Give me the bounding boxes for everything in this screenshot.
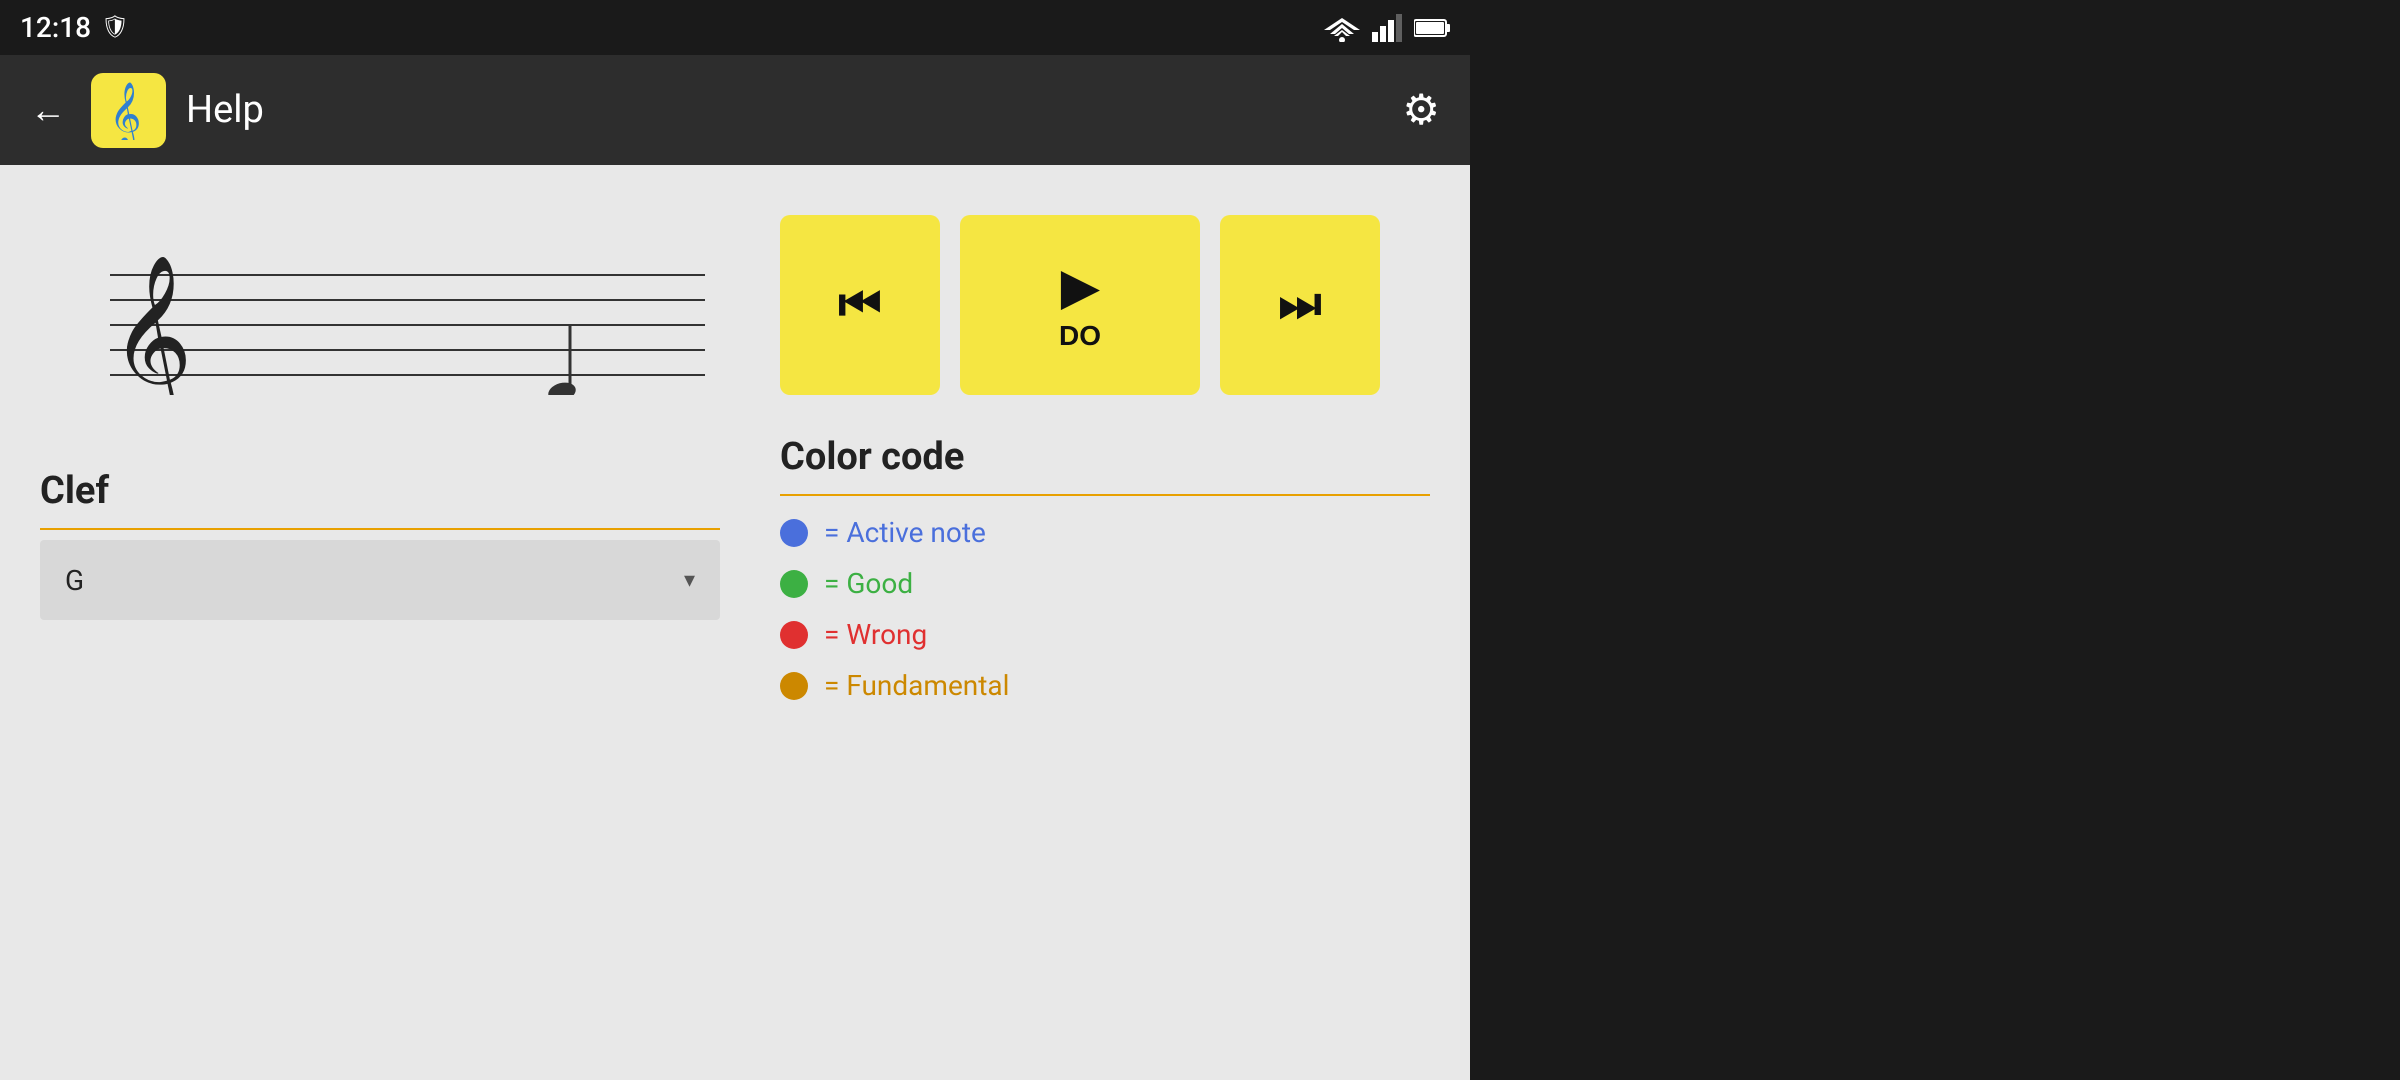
treble-clef-icon: 𝄞: [104, 80, 154, 140]
wrong-label: = Wrong: [824, 618, 927, 651]
play-icon: ▶: [1062, 259, 1099, 315]
red-dot: [780, 621, 808, 649]
color-code-divider: [780, 494, 1430, 496]
good-label: = Good: [824, 567, 913, 600]
color-item-good: = Good: [780, 567, 1430, 600]
play-label: DO: [1059, 320, 1101, 352]
clef-section: Clef G ▾: [40, 469, 720, 620]
skip-forward-icon: ⏭: [1278, 277, 1321, 333]
color-code-section: Color code = Active note = Good = Wrong …: [780, 435, 1430, 720]
clef-divider: [40, 528, 720, 530]
signal-icon: [1372, 14, 1402, 42]
staff-area: 𝄞: [40, 195, 720, 419]
color-code-title: Color code: [780, 435, 1430, 479]
blue-dot: [780, 519, 808, 547]
dark-area: [1470, 0, 2400, 1080]
previous-button[interactable]: ⏮: [780, 215, 940, 395]
skip-back-icon: ⏮: [838, 277, 881, 333]
battery-icon: [1414, 17, 1450, 39]
page-title: Help: [186, 88, 1392, 132]
playback-controls: ⏮ ▶ DO ⏭: [780, 215, 1430, 395]
orange-dot: [780, 672, 808, 700]
clef-dropdown-label: G: [65, 564, 84, 597]
chevron-down-icon: ▾: [684, 568, 695, 593]
app-icon: 𝄞: [91, 73, 166, 148]
top-bar: ← 𝄞 Help ⚙: [0, 55, 1470, 165]
shield-icon: 🛡: [101, 15, 129, 40]
status-left: 12:18 🛡: [20, 11, 129, 44]
fundamental-label: = Fundamental: [824, 669, 1009, 702]
right-panel: ⏮ ▶ DO ⏭ Color code = Active note = Good: [750, 165, 1470, 1080]
clef-title: Clef: [40, 469, 720, 513]
color-item-active: = Active note: [780, 516, 1430, 549]
left-panel: 𝄞 Clef G ▾: [0, 165, 750, 1080]
color-item-fundamental: = Fundamental: [780, 669, 1430, 702]
time-display: 12:18: [20, 11, 91, 44]
color-item-wrong: = Wrong: [780, 618, 1430, 651]
play-button[interactable]: ▶ DO: [960, 215, 1200, 395]
settings-button[interactable]: ⚙: [1392, 75, 1450, 145]
main-content: 𝄞 Clef G ▾ ⏮ ▶ DO: [0, 165, 1470, 1080]
status-bar: 12:18 🛡: [0, 0, 1470, 55]
green-dot: [780, 570, 808, 598]
clef-dropdown[interactable]: G ▾: [40, 540, 720, 620]
status-right: [1324, 14, 1450, 42]
next-button[interactable]: ⏭: [1220, 215, 1380, 395]
active-note-label: = Active note: [824, 516, 986, 549]
svg-text:𝄞: 𝄞: [109, 83, 142, 140]
wifi-icon: [1324, 14, 1360, 42]
staff-notation: 𝄞: [40, 215, 720, 395]
back-button[interactable]: ←: [20, 79, 76, 141]
svg-text:𝄞: 𝄞: [110, 257, 193, 395]
